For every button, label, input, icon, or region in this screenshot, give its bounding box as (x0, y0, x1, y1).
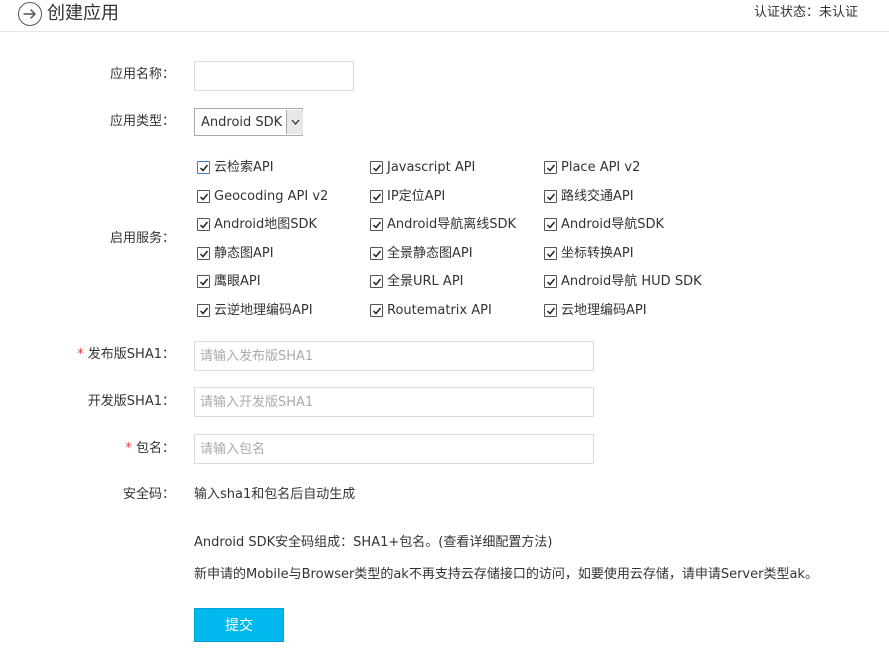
service-label: Javascript API (387, 160, 476, 175)
security-note: Android SDK安全码组成：SHA1+包名。(查看详细配置方法) (194, 534, 552, 552)
checkbox[interactable] (370, 275, 383, 288)
checkbox[interactable] (544, 304, 557, 317)
security-code-value: 输入sha1和包名后自动生成 (194, 487, 356, 502)
service-label: 鹰眼API (214, 274, 261, 289)
required-mark: * (77, 347, 84, 362)
storage-note: 新申请的Mobile与Browser类型的ak不再支持云存储接口的访问，如要使用… (194, 567, 818, 582)
checkbox[interactable] (544, 161, 557, 174)
chevron-down-icon[interactable] (286, 110, 303, 134)
auth-status: 认证状态：未认证 (753, 5, 858, 20)
service-label: Android导航 HUD SDK (561, 274, 702, 289)
security-code-label: 安全码： (122, 487, 175, 502)
checkbox[interactable] (544, 218, 557, 231)
checkbox[interactable] (197, 218, 210, 231)
package-label: * 包名： (125, 440, 175, 458)
service-label: Android导航SDK (561, 217, 665, 232)
checkbox[interactable] (544, 190, 557, 203)
page-header: 创建应用 认证状态：未认证 (0, 0, 889, 32)
service-label: Android导航离线SDK (387, 217, 517, 232)
app-type-selected-value: Android SDK (201, 115, 283, 130)
service-label: Android地图SDK (214, 217, 318, 232)
service-label: 云检索API (214, 160, 274, 175)
release-sha1-label: * 发布版SHA1： (77, 346, 175, 364)
submit-button[interactable]: 提交 (194, 608, 284, 642)
checkbox[interactable] (197, 161, 210, 174)
package-input[interactable] (194, 434, 594, 464)
checkbox[interactable] (370, 247, 383, 260)
services-label: 启用服务： (109, 231, 175, 246)
checkbox[interactable] (197, 275, 210, 288)
arrow-right-circle-icon[interactable] (18, 2, 42, 26)
page-title: 创建应用 (47, 3, 119, 24)
config-help-link[interactable]: (查看详细配置方法) (438, 535, 552, 550)
checkbox[interactable] (370, 218, 383, 231)
service-label: 全景静态图API (387, 246, 473, 261)
checkbox[interactable] (197, 190, 210, 203)
checkbox[interactable] (370, 304, 383, 317)
service-label: 云逆地理编码API (214, 303, 313, 318)
security-note-text: Android SDK安全码组成：SHA1+包名。 (194, 535, 439, 550)
service-label: IP定位API (387, 189, 446, 204)
service-label: 静态图API (214, 246, 274, 261)
checkbox[interactable] (544, 275, 557, 288)
package-label-text: 包名： (135, 441, 175, 456)
checkbox[interactable] (544, 247, 557, 260)
release-sha1-label-text: 发布版SHA1： (87, 347, 175, 362)
service-label: 云地理编码API (561, 303, 647, 318)
dev-sha1-input[interactable] (194, 387, 594, 417)
checkbox[interactable] (197, 304, 210, 317)
app-name-input[interactable] (194, 61, 354, 91)
service-label: Place API v2 (561, 160, 641, 175)
app-type-label: 应用类型： (109, 114, 175, 129)
checkbox[interactable] (197, 247, 210, 260)
app-name-label: 应用名称： (109, 67, 175, 82)
release-sha1-input[interactable] (194, 341, 594, 371)
app-type-select-box[interactable]: Android SDK (194, 108, 303, 136)
service-label: Geocoding API v2 (214, 189, 329, 204)
service-label: 全景URL API (387, 274, 464, 289)
checkbox[interactable] (370, 161, 383, 174)
service-label: 路线交通API (561, 189, 634, 204)
checkbox[interactable] (370, 190, 383, 203)
service-label: 坐标转换API (561, 246, 634, 261)
dev-sha1-label: 开发版SHA1： (87, 394, 175, 409)
service-label: Routematrix API (387, 303, 492, 318)
required-mark: * (125, 441, 132, 456)
